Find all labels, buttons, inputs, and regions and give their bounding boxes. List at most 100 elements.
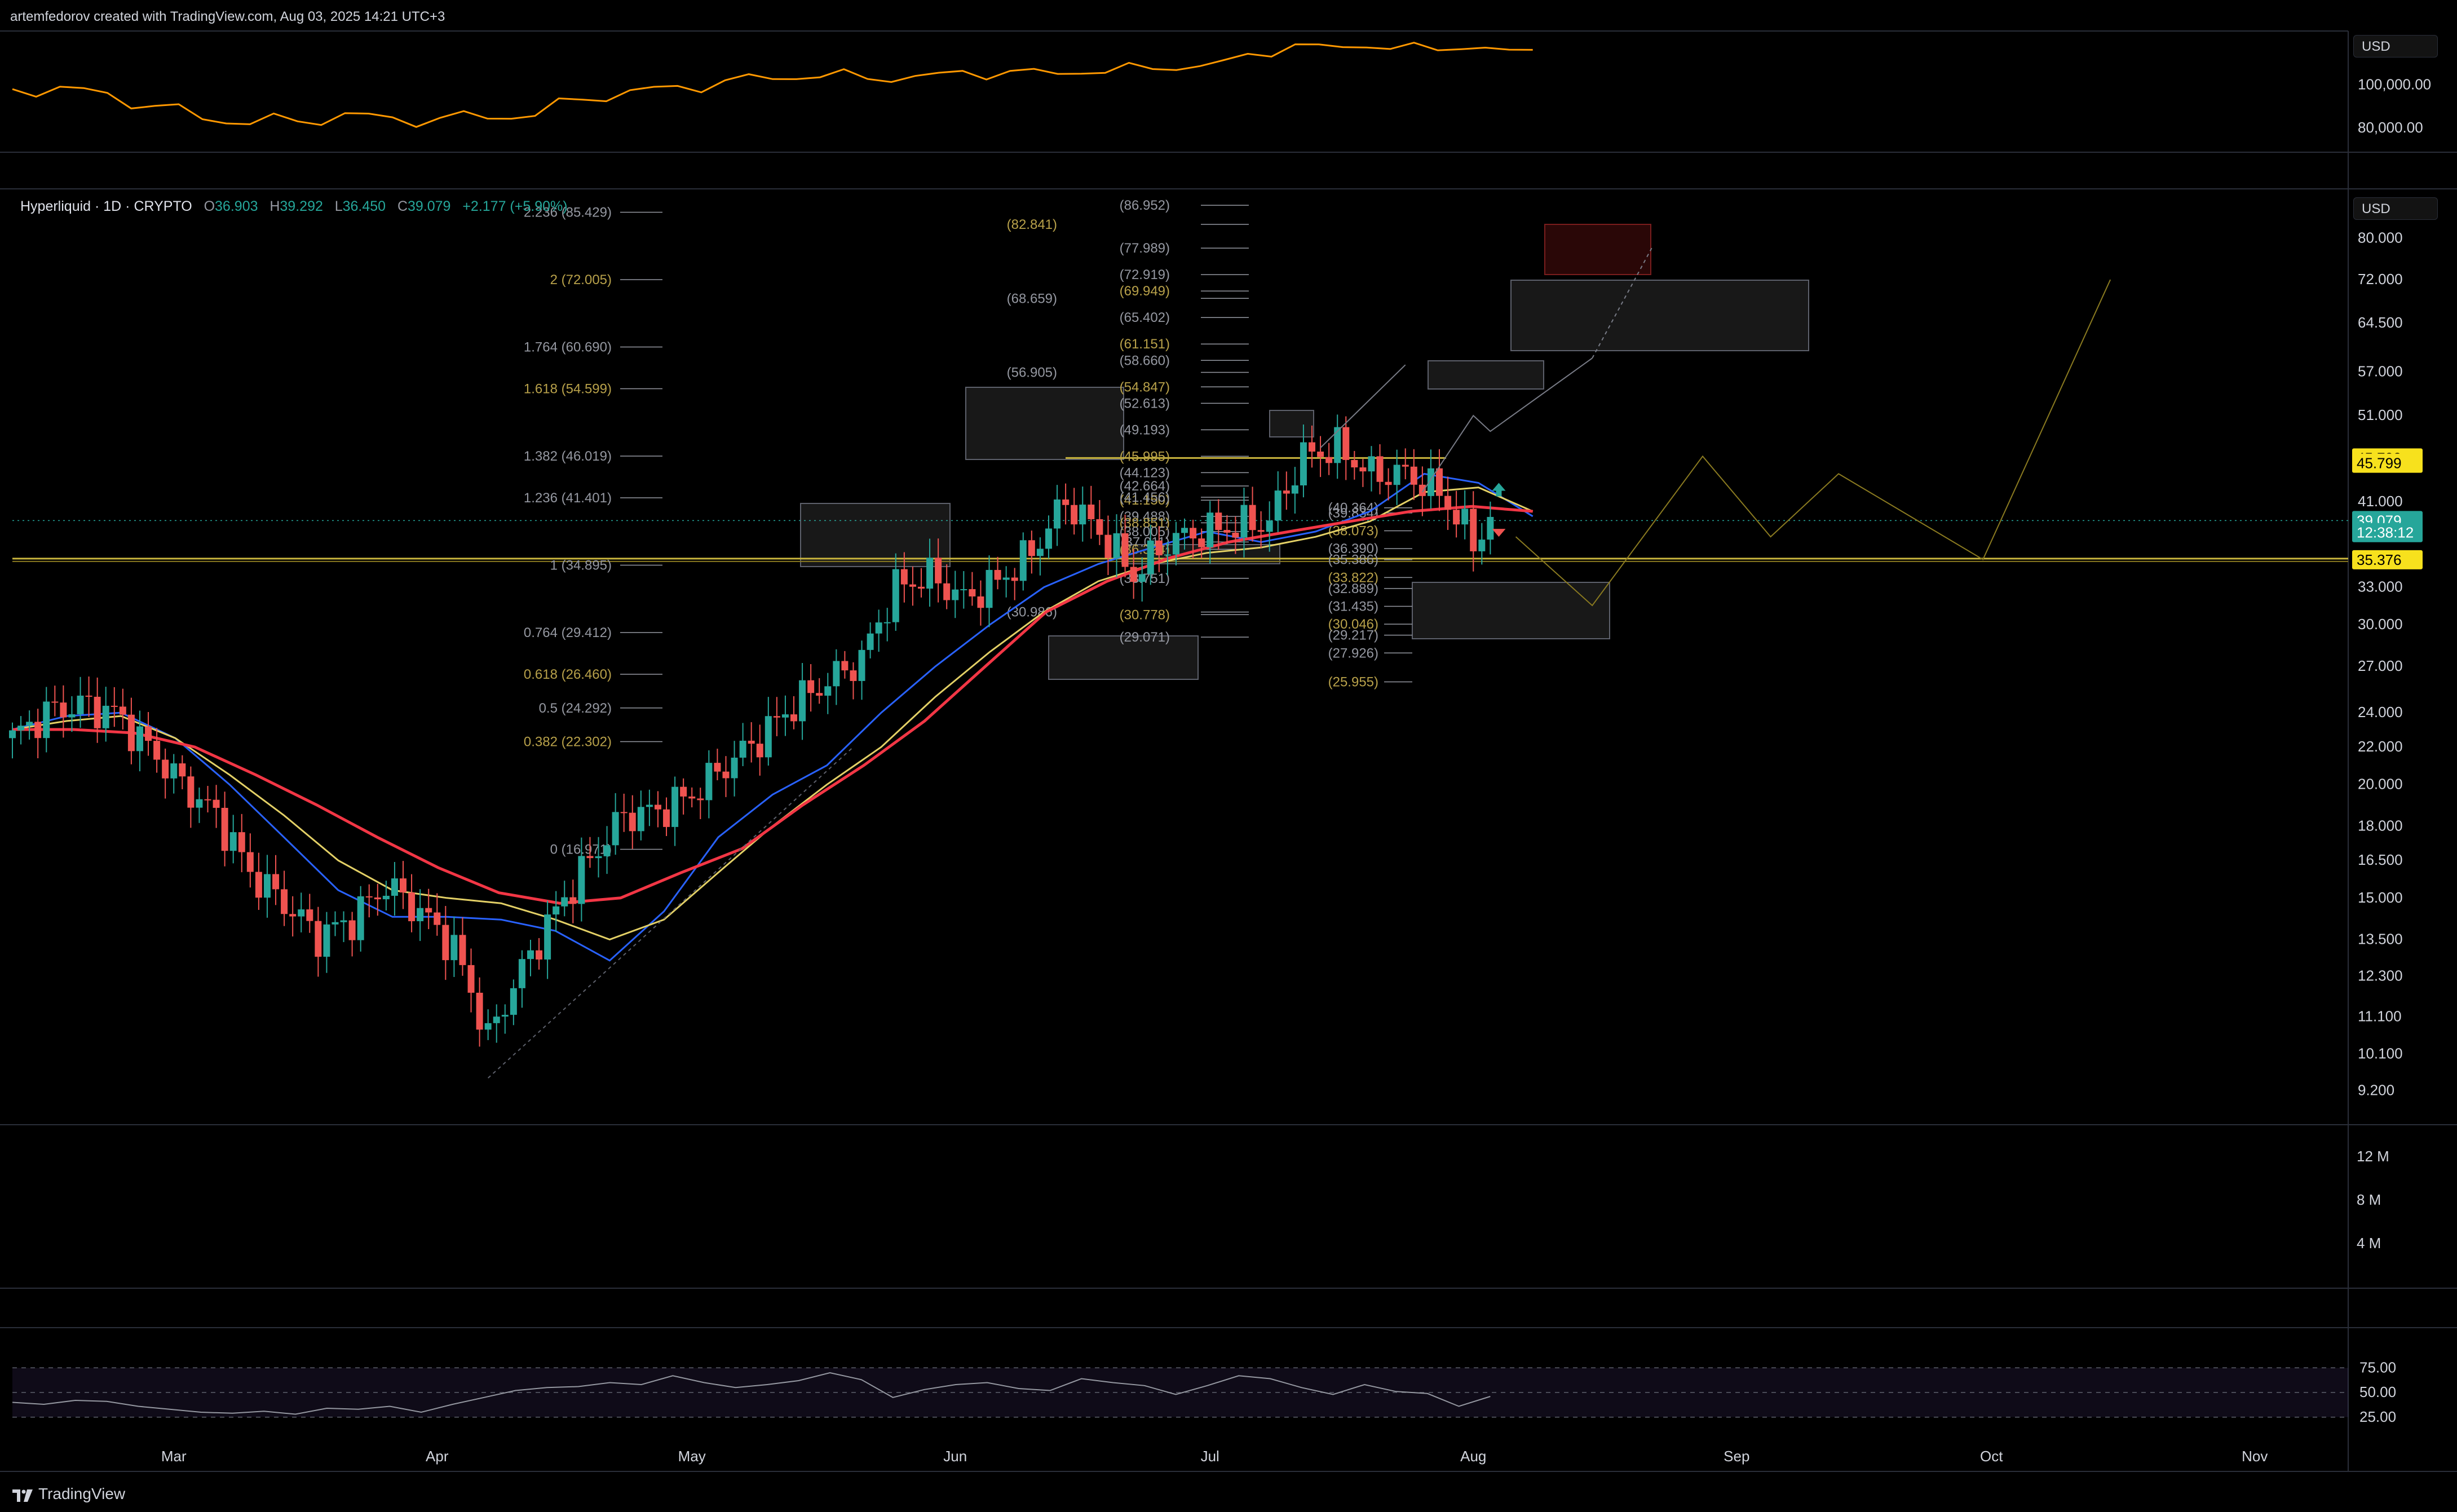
candle-body	[773, 716, 780, 718]
fib-left-label: 0.764 (29.412)	[524, 625, 612, 640]
zone-box	[1412, 582, 1610, 639]
price-axis-tick: 64.500	[2358, 314, 2403, 331]
candle-body	[153, 741, 161, 760]
candle-body	[969, 589, 976, 596]
chart-canvas[interactable]: 2.236 (85.429)2 (72.005)1.764 (60.690)1.…	[0, 0, 2457, 1512]
candle-body	[187, 776, 195, 808]
price-label-text: 35.376	[2357, 551, 2402, 568]
price-axis[interactable]: 100,000.00 80,000.00 80.000 72.000 64.500 57.…	[2352, 76, 2431, 1099]
price-axis-tick: 57.000	[2358, 362, 2403, 379]
price-axis-tick: 22.000	[2358, 738, 2403, 755]
candle-body	[306, 909, 313, 921]
candle-body	[476, 992, 483, 1030]
candle-body	[603, 845, 611, 856]
symbol-legend[interactable]: Hyperliquid · 1D · CRYPTO O36.903 H39.29…	[20, 198, 568, 215]
candle-body	[824, 686, 832, 696]
fib-mid-label: (77.989)	[1120, 241, 1170, 256]
fib-left-label: 1.382 (46.019)	[524, 449, 612, 464]
zone-box	[1510, 280, 1809, 351]
candle-body	[799, 680, 806, 722]
candle-body	[1002, 577, 1010, 580]
candle-body	[1172, 533, 1179, 555]
candle-body	[1291, 485, 1298, 494]
volume-tick: 8 M	[2357, 1191, 2381, 1208]
candle-body	[595, 856, 602, 859]
candle-body	[170, 763, 178, 779]
candle-body	[1410, 466, 1417, 485]
candle-body	[1079, 505, 1086, 525]
fib-right-label: (29.217)	[1328, 628, 1378, 643]
projection-paths	[487, 247, 2111, 1078]
time-axis[interactable]: Mar Apr May Jun Jul Aug Sep Oct Nov	[161, 1448, 2268, 1465]
candle-body	[688, 796, 696, 799]
price-axis-tick: 12.300	[2358, 967, 2403, 984]
candle-body	[213, 799, 220, 808]
price-axis-tick: 9.200	[2358, 1082, 2394, 1099]
candle-body	[1019, 540, 1027, 581]
price-axis-tick: 15.000	[2358, 889, 2403, 906]
candle-body	[51, 701, 59, 703]
candle-body	[1470, 509, 1477, 551]
price-axis-tick: 72.000	[2358, 271, 2403, 288]
currency-button-main[interactable]: USD	[2353, 197, 2438, 220]
fib-mid-label: (54.847)	[1120, 379, 1170, 395]
candle-body	[994, 569, 1001, 580]
candle-body	[1402, 465, 1409, 467]
candle-body	[1393, 465, 1400, 485]
currency-button-top[interactable]: USD	[2353, 35, 2438, 58]
down-arrow-icon	[1492, 529, 1506, 537]
candle-body	[544, 914, 551, 960]
price-axis-tick: 11.100	[2358, 1007, 2402, 1024]
price-label-text: 12:38:12	[2357, 524, 2414, 541]
candle-body	[145, 726, 152, 741]
price-axis-tick: 27.000	[2358, 657, 2403, 674]
candle-body	[289, 914, 297, 917]
candle-body	[714, 763, 721, 772]
symbol-name[interactable]: Hyperliquid · 1D · CRYPTO	[20, 198, 192, 214]
candle-body	[731, 757, 738, 779]
candle-body	[1062, 499, 1070, 505]
zone-box	[965, 387, 1124, 460]
candle-body	[790, 714, 798, 722]
candle-body	[833, 661, 840, 687]
btc-overlay-pane	[12, 42, 1533, 128]
candle-body	[77, 695, 84, 714]
candle-body	[816, 693, 823, 696]
price-axis-tick: 30.000	[2358, 616, 2403, 633]
candle-body	[1351, 459, 1358, 468]
candle-body	[663, 809, 670, 827]
time-axis-label: May	[678, 1448, 706, 1465]
rsi-tick: 25.00	[2359, 1408, 2396, 1425]
candle-body	[1130, 567, 1137, 582]
price-axis-tick: 51.000	[2358, 406, 2403, 423]
fib-mid-label: (45.995)	[1120, 449, 1170, 464]
fib-left-label: 0.618 (26.460)	[524, 667, 612, 682]
candle-body	[960, 589, 967, 591]
candle-body	[1232, 532, 1239, 538]
candle-body	[136, 726, 143, 751]
candle-body	[680, 786, 687, 797]
candle-body	[1385, 481, 1392, 485]
candle-body	[1198, 538, 1205, 547]
time-axis-label: Jun	[943, 1448, 967, 1465]
fib-mid-label: (65.402)	[1120, 310, 1170, 325]
candle-body	[382, 895, 390, 900]
candle-body	[298, 909, 305, 917]
candle-body	[875, 622, 882, 634]
candle-body	[1376, 456, 1384, 482]
candle-body	[348, 920, 356, 940]
rsi-tick: 50.00	[2359, 1383, 2396, 1400]
time-axis-label: Jul	[1201, 1448, 1219, 1465]
candle-body	[357, 896, 364, 940]
candle-body	[1028, 540, 1035, 556]
candle-body	[263, 874, 271, 898]
open-label: O	[204, 198, 215, 214]
candle-body	[102, 705, 109, 728]
candle-body	[196, 799, 203, 808]
high-value: 39.292	[280, 198, 323, 214]
candle-body	[238, 832, 245, 852]
open-value: 36.903	[215, 198, 258, 214]
candle-body	[926, 558, 934, 589]
candle-body	[501, 1015, 509, 1017]
brand-name: TradingView	[38, 1485, 126, 1502]
